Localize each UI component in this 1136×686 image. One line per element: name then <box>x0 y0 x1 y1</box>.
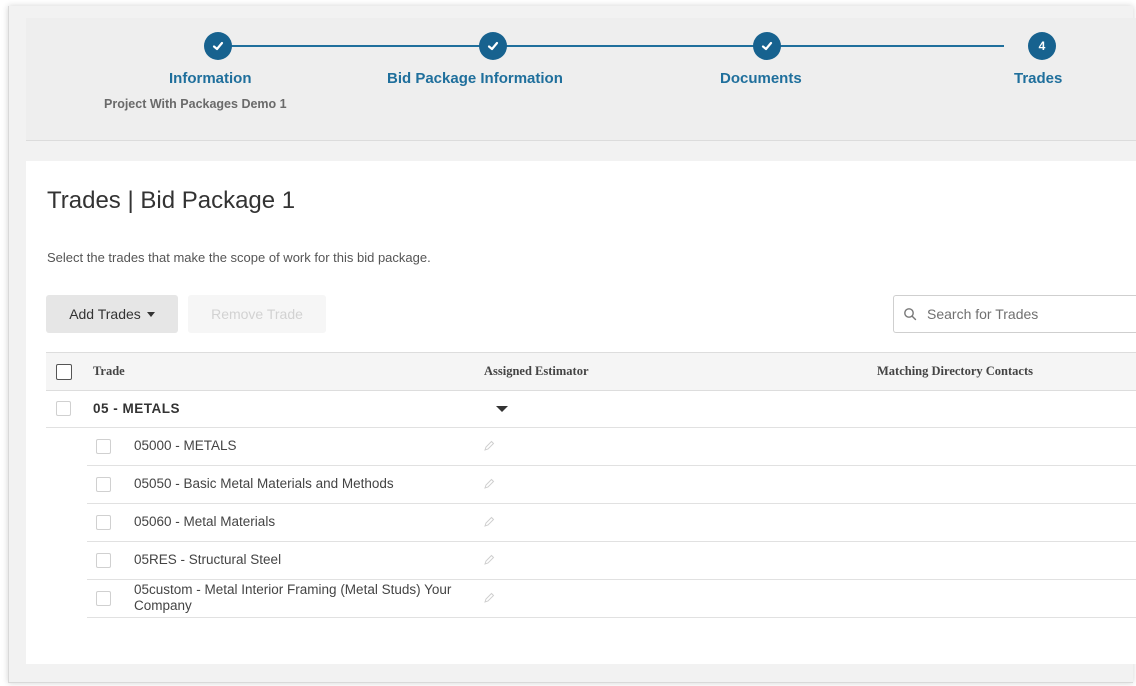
column-header-trade[interactable]: Trade <box>93 364 125 379</box>
page-title: Trades | Bid Package 1 <box>47 187 296 214</box>
select-all-checkbox[interactable] <box>56 364 72 380</box>
expand-caret-icon[interactable] <box>496 406 508 412</box>
pencil-icon[interactable] <box>483 554 495 566</box>
group-label: 05 - METALS <box>93 401 181 416</box>
add-trades-button[interactable]: Add Trades <box>46 295 178 333</box>
step-2-check-icon[interactable] <box>479 32 507 60</box>
remove-trade-button[interactable]: Remove Trade <box>188 295 326 333</box>
step-1-subtitle: Project With Packages Demo 1 <box>104 97 287 111</box>
trade-name: 05RES - Structural Steel <box>134 552 282 567</box>
section-divider <box>26 141 1136 161</box>
step-3-check-icon[interactable] <box>753 32 781 60</box>
row-checkbox[interactable] <box>96 591 111 606</box>
pencil-icon[interactable] <box>483 516 495 528</box>
row-checkbox[interactable] <box>96 553 111 568</box>
table-row[interactable]: 05050 - Basic Metal Materials and Method… <box>87 466 1136 504</box>
search-input[interactable] <box>925 305 1119 323</box>
row-checkbox[interactable] <box>96 477 111 492</box>
row-checkbox[interactable] <box>96 439 111 454</box>
table-row[interactable]: 05060 - Metal Materials <box>87 504 1136 542</box>
step-3-label[interactable]: Documents <box>720 70 802 87</box>
step-4-number[interactable]: 4 <box>1028 32 1056 60</box>
step-1-check-icon[interactable] <box>204 32 232 60</box>
trade-name: 05060 - Metal Materials <box>134 514 276 529</box>
pencil-icon[interactable] <box>483 478 495 490</box>
group-checkbox[interactable] <box>56 401 71 416</box>
trade-group-row[interactable]: 05 - METALS <box>46 390 1136 428</box>
row-checkbox[interactable] <box>96 515 111 530</box>
step-4-label[interactable]: Trades <box>1014 70 1062 87</box>
pencil-icon[interactable] <box>483 440 495 452</box>
table-header: Trade Assigned Estimator Matching Direct… <box>46 352 1136 391</box>
step-1-label[interactable]: Information <box>169 70 252 87</box>
pencil-icon[interactable] <box>483 592 495 604</box>
trade-name: 05custom - Metal Interior Framing (Metal… <box>134 582 452 613</box>
table-row[interactable]: 05custom - Metal Interior Framing (Metal… <box>87 580 1136 618</box>
search-icon <box>904 308 917 321</box>
add-trades-label: Add Trades <box>69 306 141 322</box>
table-row[interactable]: 05000 - METALS <box>87 428 1136 466</box>
chevron-down-icon <box>146 311 155 317</box>
table-row[interactable]: 05RES - Structural Steel <box>87 542 1136 580</box>
search-trades[interactable] <box>893 295 1136 333</box>
column-header-assigned-estimator[interactable]: Assigned Estimator <box>484 364 589 379</box>
column-header-matching-contacts[interactable]: Matching Directory Contacts <box>877 364 1033 379</box>
step-2-label[interactable]: Bid Package Information <box>387 70 563 87</box>
trades-panel: Trades | Bid Package 1 Select the trades… <box>26 161 1136 664</box>
page-description: Select the trades that make the scope of… <box>47 250 431 265</box>
trade-name: 05050 - Basic Metal Materials and Method… <box>134 476 394 491</box>
trade-name: 05000 - METALS <box>134 438 237 453</box>
stepper-track <box>218 45 1004 47</box>
stepper-header: Information Project With Packages Demo 1… <box>26 18 1136 141</box>
